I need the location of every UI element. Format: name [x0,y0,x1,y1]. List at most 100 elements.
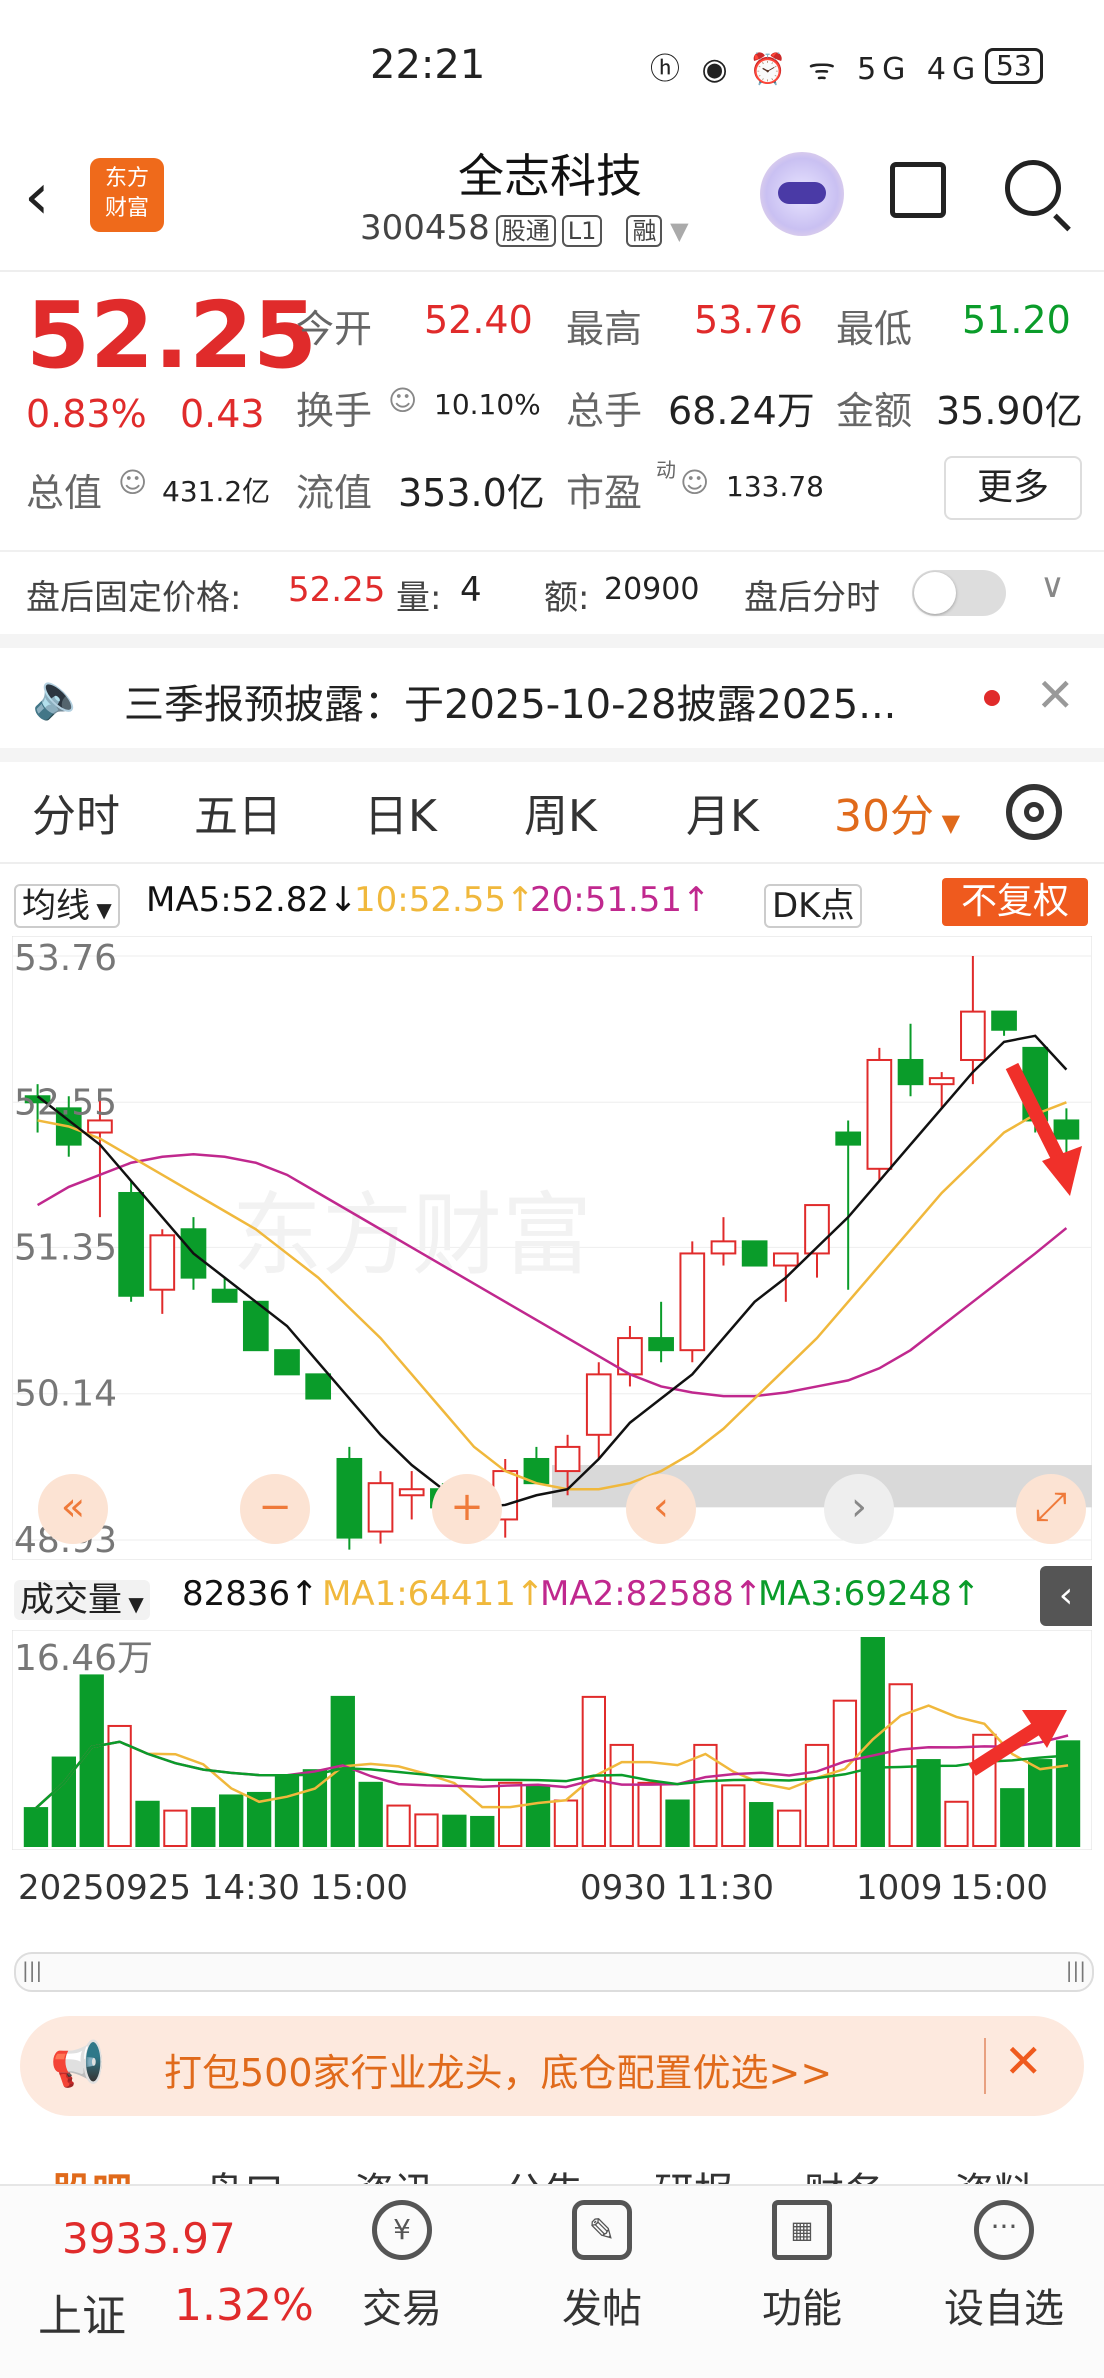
tab-research[interactable]: 研报 [654,2160,734,2184]
turnover-label: 换手 [296,389,373,433]
y-tick-label: 51.35 [14,1227,117,1268]
x-tick: 15:00 [950,1868,1048,1908]
ma-legend-bar: 均线 ▼ MA5:52.82↓ 10:52.55↑ 20:51.51↑ DK点 … [0,872,1104,930]
volume-bar [442,1814,467,1848]
volume-bar [414,1813,439,1848]
close-icon[interactable]: ✕ [1004,2034,1043,2088]
tab-intraday[interactable]: 分时 [32,780,120,844]
scroll-left-fast-button[interactable]: « [38,1474,108,1544]
pe-value: 133.78 [726,470,824,503]
share-icon[interactable] [890,162,946,218]
vol-ma3-label: MA3:69248↑ [758,1574,981,1614]
assistant-robot-icon[interactable] [760,152,844,236]
tab-guba[interactable]: 股吧 [52,2160,132,2184]
tag-l1: L1 [561,215,603,247]
tab-pankou[interactable]: 盘口 [204,2160,284,2184]
search-icon[interactable] [1005,160,1061,216]
volume-bar [274,1775,300,1848]
promo-banner[interactable]: 📢 打包500家行业龙头，底仓配置优选>> ✕ [20,2016,1084,2116]
after-hours-toggle[interactable] [912,570,1006,616]
sub-tabs: 股吧 盘口 资讯 公告 研报 财务 资料 [0,2140,1104,2184]
index-pct[interactable]: 1.32% [174,2280,314,2331]
collapse-panel-icon[interactable]: ‹ [1040,1566,1092,1626]
volume-chart[interactable]: 16.46万 [12,1630,1092,1850]
chart-range-scrollbar[interactable]: ||| ||| [14,1952,1094,1992]
tab-daily-k[interactable]: 日K [364,780,437,844]
tab-five-day[interactable]: 五日 [194,780,282,844]
candle-body [305,1373,332,1400]
info-icon[interactable]: ☺ [680,466,709,499]
nav-functions[interactable]: ▦ 功能 [742,2200,862,2334]
tab-30min[interactable]: 30分 ▼ [834,780,960,844]
after-hours-price: 52.25 [288,570,386,610]
scroll-right-button[interactable]: › [824,1474,894,1544]
volume-bar [888,1683,913,1847]
tab-announce[interactable]: 公告 [504,2160,584,2184]
tab-profile[interactable]: 资料 [954,2160,1034,2184]
after-hours-tick-label: 盘后分时 [744,578,880,618]
candle-body [211,1288,238,1303]
nav-post[interactable]: ✎ 发帖 [542,2200,662,2334]
scroll-left-button[interactable]: ‹ [626,1474,696,1544]
pe-dynamic-tag: 动 [656,458,676,482]
gear-icon[interactable] [1006,784,1062,840]
period-tabs: 分时 五日 日K 周K 月K 30分 ▼ [0,762,1104,864]
candle-body [149,1234,176,1291]
notice-bar[interactable]: 🔈 三季报预披露：于2025-10-28披露2025... ✕ [0,648,1104,762]
candle-body [1053,1119,1080,1140]
volume-bar [721,1784,746,1847]
volume-bar [804,1743,830,1847]
tab-monthly-k[interactable]: 月K [686,780,759,844]
more-button[interactable]: 更多 [944,456,1082,520]
fullscreen-icon[interactable]: ⤢ [1016,1474,1086,1544]
tab-news[interactable]: 资讯 [354,2160,434,2184]
volume-bar [1028,1759,1053,1848]
zoom-out-button[interactable]: − [240,1474,310,1544]
nav-trade[interactable]: ¥ 交易 [342,2200,462,2334]
turnover-value: 10.10% [434,388,541,421]
candle-body [866,1058,893,1170]
float-label: 流值 [296,471,373,515]
high-label: 最高 [566,307,643,351]
ma5-label: MA5:52.82↓ [146,880,358,920]
nav-label: 设自选 [944,2286,1064,2332]
low-label: 最低 [836,307,913,351]
back-icon[interactable]: ‹ [24,160,50,234]
index-name[interactable]: 上证 [38,2280,126,2344]
after-hours-label: 盘后固定价格: [26,578,242,618]
info-icon[interactable]: ☺ [388,384,417,417]
more-dots-icon: ··· [974,2200,1034,2260]
volume-bar [135,1800,160,1847]
candle-body [336,1457,363,1539]
scroll-handle-right[interactable]: ||| [1066,1958,1086,1982]
index-value[interactable]: 3933.97 [62,2214,236,2263]
candle-body [741,1240,768,1267]
float-value: 353.0亿 [398,471,545,515]
stock-code: 300458 股通 L1 融 ▼ [360,208,689,248]
tag-hk-connect: 股通 [495,215,556,247]
nav-add-watchlist[interactable]: ··· 设自选 [944,2200,1064,2334]
volume-bar [776,1809,802,1847]
close-icon[interactable]: ✕ [1036,668,1075,722]
ma-selector[interactable]: 均线 ▼ [14,878,120,928]
x-tick: 15:00 [310,1868,408,1908]
scroll-handle-left[interactable]: ||| [22,1958,42,1982]
chevron-down-icon[interactable]: ∨ [1040,566,1065,606]
no-adjust-button[interactable]: 不复权 [942,878,1088,926]
zoom-in-button[interactable]: + [432,1474,502,1544]
candlestick-chart[interactable]: 东方财富53.7652.5551.3550.1448.93 [12,936,1092,1560]
y-tick-label: 53.76 [14,938,117,979]
after-hours-bar: 盘后固定价格: 52.25 量: 4 额: 20900 盘后分时 ∨ [0,550,1104,648]
time-axis: 20250925 14:30 15:00 0930 11:30 1009 15:… [0,1862,1104,1924]
mktcap-value: 431.2亿 [162,475,271,508]
tab-finance[interactable]: 财务 [804,2160,884,2184]
ma10-label: 10:52.55↑ [354,880,535,920]
volume-selector[interactable]: 成交量 ▼ [14,1572,150,1621]
candle-body [835,1131,862,1146]
candle-body [960,1010,986,1061]
tab-weekly-k[interactable]: 周K [524,780,597,844]
dk-point-selector[interactable]: DK点 [764,878,863,928]
info-icon[interactable]: ☺ [118,466,147,499]
volume-bar [553,1799,579,1848]
amt-label: 额: [544,578,590,618]
